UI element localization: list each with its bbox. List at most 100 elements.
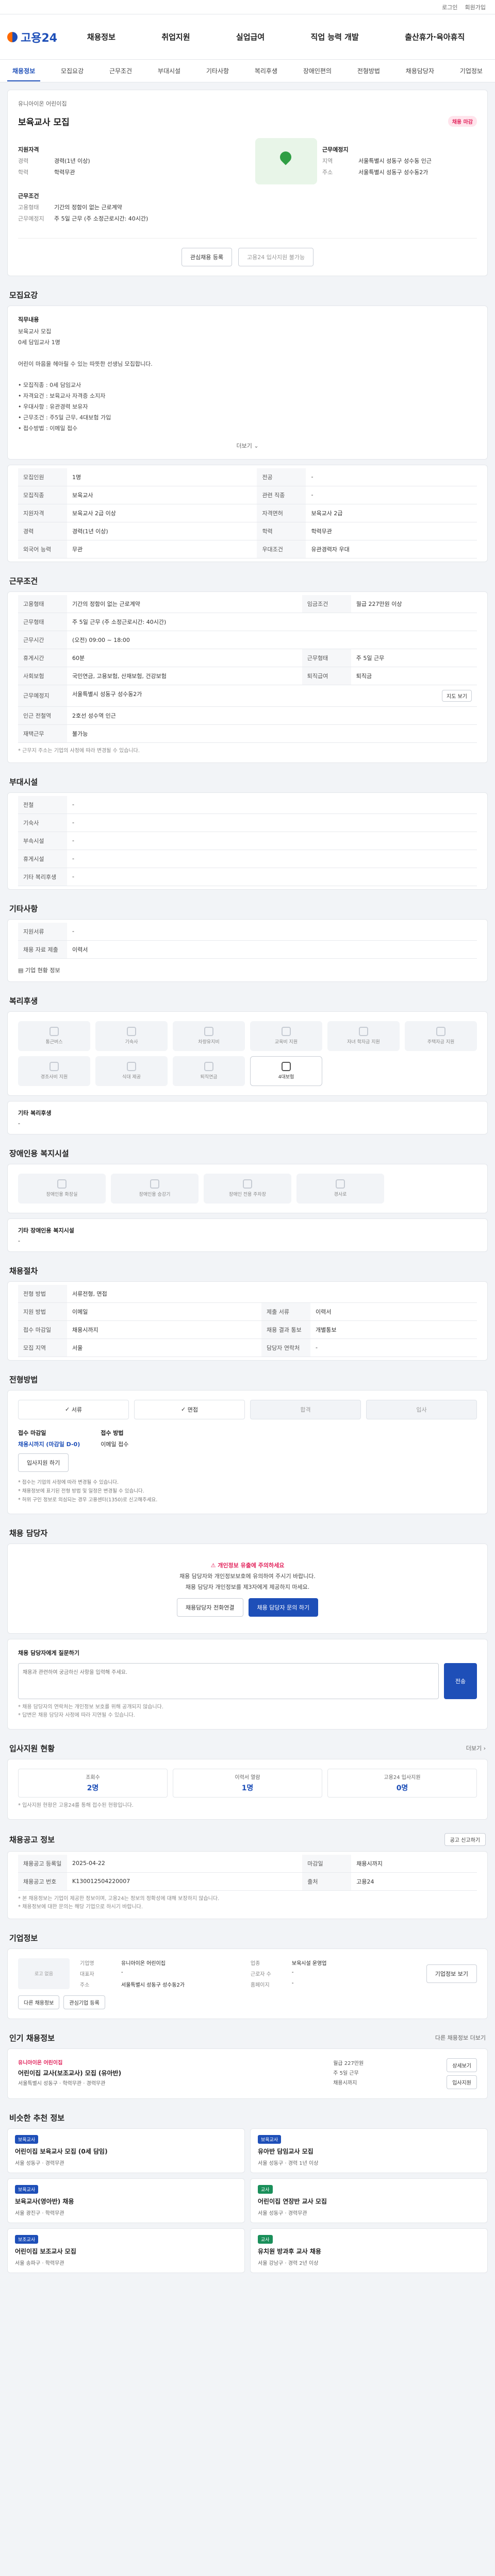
other-job-card[interactable]: 유니아이온 어린이집 어린이집 교사(보조교사) 모집 (유아반) 서울특별시 … [7, 2048, 488, 2099]
tab-company[interactable]: 기업정보 [455, 66, 488, 75]
welfare-item-label: 통근버스 [45, 1040, 63, 1045]
login-link[interactable]: 로그인 [442, 3, 457, 11]
other-job-side: 월급 227만원 주 5일 근무 채용시까지 [333, 2061, 364, 2087]
signup-link[interactable]: 회원가입 [465, 3, 486, 11]
facility-card: 전철 - 기숙사 - 부속시설 - 휴게시설 - 기타 복리후생 - [7, 792, 488, 890]
work-card: 고용형태 기간의 정함이 없는 근로계약 임금조건 월급 227만원 이상 근무형태 주… [7, 591, 488, 763]
tab-etc[interactable]: 기타사항 [201, 66, 234, 75]
welfare-icon [127, 1027, 136, 1037]
save-job-button[interactable]: 관심채용 등록 [181, 248, 233, 266]
disabled-card: 장애인용 화장실 장애인용 승강기 장애인 전용 주차장 경사로 [7, 1163, 488, 1213]
recommend-tag: 보육교사 [258, 2134, 282, 2144]
apply-button[interactable]: 입사지원 하기 [18, 1453, 69, 1472]
inquiry-input[interactable] [18, 1663, 439, 1699]
recruit-summary-label: 지원자격 [18, 146, 39, 153]
other-jobs-button[interactable]: 다른 채용정보 [18, 1995, 60, 2009]
other-job-title[interactable]: 어린이집 교사(보조교사) 모집 (유아반) [18, 2068, 323, 2079]
recommend-tag: 보조교사 [15, 2234, 39, 2244]
nav-item-support[interactable]: 취업지원 [158, 31, 193, 42]
inquiry-form: 전송 [18, 1663, 477, 1699]
nav-item-jobs[interactable]: 채용정보 [84, 31, 119, 42]
disabled-section-title: 장애인용 복지시설 [9, 1148, 69, 1158]
recommend-card[interactable]: 교사 어린이집 연장반 교사 모집 서울 성동구 · 경력무관 [250, 2178, 488, 2223]
other-job-apply-button[interactable]: 입사지원 [447, 2075, 477, 2089]
facility-section-title: 부대시설 [9, 777, 38, 787]
tab-contact[interactable]: 채용담당자 [401, 66, 439, 75]
recommend-card[interactable]: 보조교사 어린이집 보조교사 모집 서울 송파구 · 학력무관 [7, 2228, 245, 2273]
recommend-card[interactable]: 보육교사 유아반 담임교사 모집 서울 성동구 · 경력 1년 이상 [250, 2128, 488, 2173]
top-utility-bar: 로그인 회원가입 [0, 0, 495, 14]
stats-more-link[interactable]: 더보기 › [466, 1744, 486, 1752]
table-row: 전형 방법 서류전형, 면접 [18, 1284, 477, 1303]
apply-section-title: 전형방법 [9, 1375, 38, 1384]
apply-notices: * 접수는 기업의 사정에 따라 변경될 수 있습니다. * 채용정보에 표기된… [18, 1479, 158, 1503]
tab-recruit[interactable]: 모집요강 [56, 66, 89, 75]
welfare-item: 4대보험 [250, 1056, 322, 1086]
location-map[interactable] [255, 138, 317, 184]
company-name: 유니아이온 어린이집 [18, 100, 67, 107]
recommend-card[interactable]: 교사 유치원 방과후 교사 채용 서울 강남구 · 경력 2년 이상 [250, 2228, 488, 2273]
stats-list: 조회수 2명 이력서 열람 1명 고용24 입사지원 0명 [18, 1768, 477, 1798]
report-button[interactable]: 공고 신고하기 [444, 1833, 486, 1846]
tab-job-info[interactable]: 채용정보 [7, 66, 41, 81]
chevron-down-icon: ⌄ [254, 442, 259, 449]
method-col: 접수 방법 이메일 접수 [101, 1429, 129, 1448]
welfare-item-label: 4대보험 [278, 1075, 294, 1080]
welfare-item: 식대 제공 [95, 1056, 168, 1086]
recommend-card[interactable]: 보육교사 보육교사(영아반) 채용 서울 광진구 · 학력무관 [7, 2178, 245, 2223]
tab-disabled[interactable]: 장애인편의 [298, 66, 337, 75]
nav-item-training[interactable]: 직업 능력 개발 [308, 31, 362, 42]
apply-disabled-button[interactable]: 고용24 입사지원 불가능 [238, 248, 314, 266]
accessibility-icon [57, 1179, 67, 1189]
table-row: 근무시간 (오전) 09:00 ~ 18:00 [18, 631, 477, 649]
etc-section-title: 기타사항 [9, 904, 38, 913]
map-button[interactable]: 지도 보기 [442, 689, 472, 702]
info-notes: * 본 채용정보는 기업이 제공한 정보이며, 고용24는 정보의 정확성에 대… [18, 1895, 220, 1910]
tab-selection[interactable]: 전형방법 [352, 66, 385, 75]
tab-facility[interactable]: 부대시설 [153, 66, 186, 75]
nav-item-leave[interactable]: 출산휴가·육아휴직 [402, 31, 468, 42]
other-job-main: 유니아이온 어린이집 어린이집 교사(보조교사) 모집 (유아반) 서울특별시 … [18, 2059, 323, 2089]
tab-work[interactable]: 근무조건 [104, 66, 137, 75]
other-job-detail-button[interactable]: 상세보기 [447, 2058, 477, 2072]
selection-section-title: 채용절차 [9, 1266, 38, 1276]
section-tabs: 채용정보 모집요강 근무조건 부대시설 기타사항 복리후생 장애인편의 전형방법… [0, 60, 495, 82]
follow-company-button[interactable]: 관심기업 등록 [63, 1995, 105, 2009]
accessibility-icon [336, 1179, 345, 1189]
other-job-actions: 상세보기 입사지원 [447, 2058, 477, 2089]
inquiry-button[interactable]: 채용 담당자 문의 하기 [248, 1598, 319, 1617]
welfare-icon [127, 1062, 136, 1072]
table-row: 부속시설 - [18, 832, 477, 850]
more-toggle[interactable]: 더보기 ⌄ [18, 442, 477, 450]
logo-icon [7, 31, 18, 42]
other-more-link[interactable]: 다른 채용정보 더보기 [435, 2033, 486, 2042]
apply-steps: ✓ 서류 ✓ 면접 합격 입사 [18, 1399, 477, 1419]
phone-button[interactable]: 채용담당자 전화연결 [176, 1598, 243, 1617]
tab-welfare[interactable]: 복리후생 [250, 66, 283, 75]
welfare-item-label: 식대 제공 [122, 1075, 141, 1080]
site-header: 고용24 채용정보 취업지원 실업급여 직업 능력 개발 출산휴가·육아휴직 [0, 14, 495, 60]
other-job-meta: 서울특별시 성동구 · 학력무관 · 경력무관 [18, 2080, 106, 2087]
summary-left: 지원자격 경력 경력(1년 이상) 학력 학력무관 근무조건 고용형태 기간의 정함이… [18, 138, 240, 226]
recommend-tag: 보육교사 [15, 2134, 39, 2144]
disabled-facility-item: 장애인용 승강기 [111, 1173, 199, 1204]
recommend-grid: 보육교사 어린이집 보육교사 모집 (0세 담임) 서울 성동구 · 경력무관 보육교… [7, 2128, 488, 2273]
welfare-card: 통근버스 기숙사 차량유지비 교육비 지원 자녀 학자금 지원 주택자금 지원 경조사비 지… [7, 1011, 488, 1096]
site-logo[interactable]: 고용24 [7, 29, 64, 45]
welfare-item-label: 기숙사 [125, 1040, 138, 1045]
company-detail-button[interactable]: 기업정보 보기 [426, 1964, 477, 1983]
table-row: 재택근무 불가능 [18, 724, 477, 743]
table-row: 외국어 능력 무관 우대조건 유관경력자 우대 [18, 540, 477, 558]
apply-card: ✓ 서류 ✓ 면접 합격 입사 접수 마감일 채용시까지 (마감일 D-0) 입… [7, 1389, 488, 1515]
welfare-item: 경조사비 지원 [18, 1056, 90, 1086]
recommend-card[interactable]: 보육교사 어린이집 보육교사 모집 (0세 담임) 서울 성동구 · 경력무관 [7, 2128, 245, 2173]
disabled-etc-card: 기타 장애인용 복지시설 - [7, 1218, 488, 1252]
disabled-facility-label: 경사로 [334, 1192, 347, 1198]
company-status-link[interactable]: ▤ 기업 현황 정보 [18, 966, 477, 974]
step-join: 입사 [366, 1399, 477, 1419]
disabled-facility-item: 장애인용 화장실 [18, 1173, 106, 1204]
send-button[interactable]: 전송 [444, 1663, 477, 1699]
table-row: 접수 마감일 채용시까지 채용 결과 통보 개별통보 [18, 1320, 477, 1339]
contact-card: ⚠ 개인정보 유출에 주의하세요 채용 담당자와 개인정보보호에 유의하여 주시… [7, 1544, 488, 1634]
nav-item-unemployment[interactable]: 실업급여 [233, 31, 268, 42]
